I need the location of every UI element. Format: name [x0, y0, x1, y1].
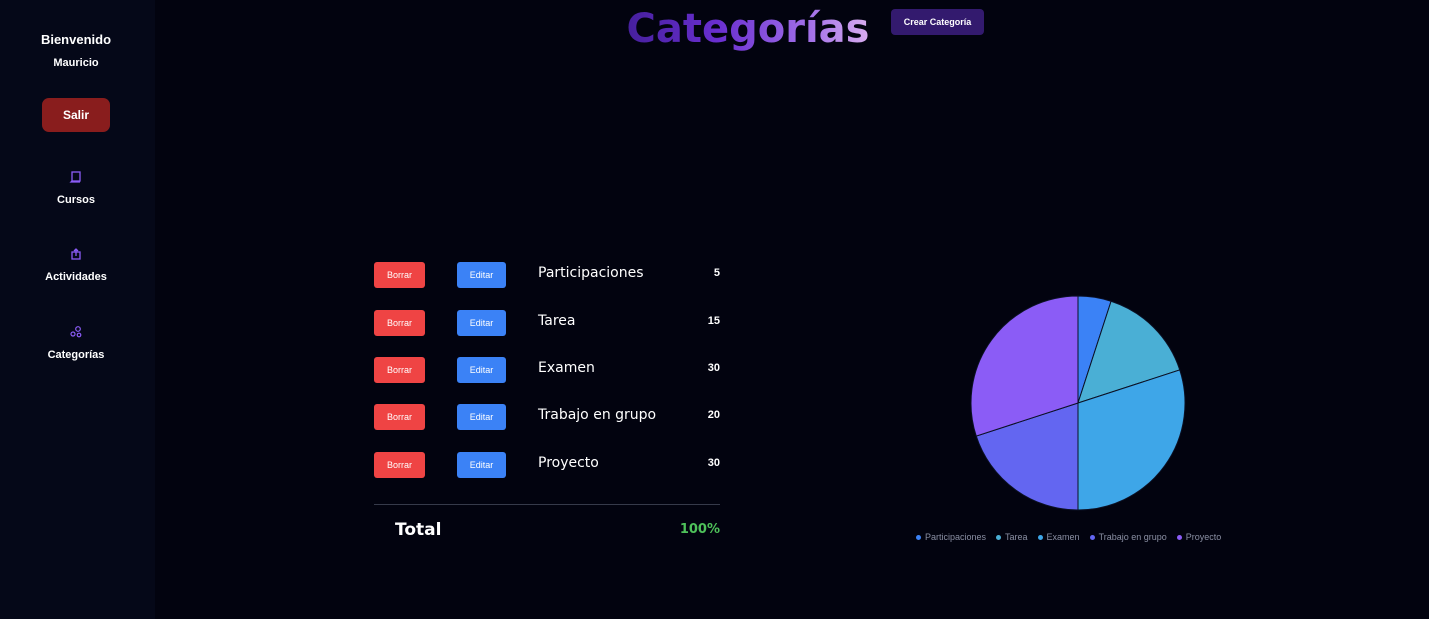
sidebar-item-label: Categorías [47, 349, 105, 361]
category-name: Proyecto [538, 455, 599, 471]
edit-button[interactable]: Editar [457, 404, 506, 430]
category-value: 20 [707, 409, 720, 421]
delete-button[interactable]: Borrar [374, 262, 425, 288]
sidebar-item-categorias[interactable]: Categorías [0, 325, 152, 361]
chart-legend: Participaciones Tarea Examen Trabajo en gru… [916, 532, 1221, 542]
category-value: 30 [707, 457, 720, 469]
category-name: Tarea [538, 313, 576, 329]
delete-button[interactable]: Borrar [374, 357, 425, 383]
category-value: 5 [713, 267, 720, 279]
legend-label: Examen [1046, 532, 1080, 542]
category-row: Borrar Editar Proyecto 30 [374, 452, 720, 479]
legend-label: Proyecto [1185, 532, 1222, 542]
legend-item[interactable]: Trabajo en grupo [1089, 532, 1167, 542]
legend-dot [1089, 534, 1095, 540]
edit-button[interactable]: Editar [457, 357, 506, 383]
legend-label: Participaciones [925, 532, 987, 542]
edit-button[interactable]: Editar [457, 452, 506, 478]
total-value: 100% [679, 522, 720, 537]
pie-chart [970, 295, 1186, 511]
edit-button[interactable]: Editar [457, 262, 506, 288]
sidebar-item-cursos[interactable]: Cursos [0, 170, 152, 206]
legend-item[interactable]: Participaciones [916, 532, 986, 542]
edit-button[interactable]: Editar [457, 310, 506, 336]
legend-label: Trabajo en grupo [1098, 532, 1167, 542]
category-row: Borrar Editar Tarea 15 [374, 310, 720, 337]
legend-dot [1037, 534, 1043, 540]
legend-label: Tarea [1005, 532, 1028, 542]
category-row: Borrar Editar Trabajo en grupo 20 [374, 404, 720, 431]
legend-item[interactable]: Proyecto [1176, 532, 1222, 542]
upload-icon [71, 248, 81, 260]
divider [374, 504, 720, 505]
sidebar-item-label: Cursos [57, 194, 95, 206]
categories-icon [70, 326, 82, 338]
legend-item[interactable]: Examen [1037, 532, 1080, 542]
legend-dot [996, 534, 1002, 540]
welcome-text: Bienvenido [40, 32, 112, 47]
sidebar-item-label: Actividades [45, 271, 107, 283]
category-name: Participaciones [538, 265, 644, 281]
delete-button[interactable]: Borrar [374, 452, 425, 478]
legend-dot [1176, 534, 1182, 540]
category-value: 30 [707, 362, 720, 374]
category-name: Trabajo en grupo [538, 407, 657, 423]
user-name: Mauricio [53, 57, 99, 69]
book-icon [69, 171, 81, 183]
delete-button[interactable]: Borrar [374, 404, 425, 430]
delete-button[interactable]: Borrar [374, 310, 425, 336]
create-category-button[interactable]: Crear Categoría [891, 9, 984, 35]
total-label: Total [395, 520, 442, 540]
category-name: Examen [538, 360, 595, 376]
sidebar-item-actividades[interactable]: Actividades [0, 247, 152, 283]
sidebar: Bienvenido Mauricio Salir Cursos Activid… [0, 0, 155, 619]
legend-dot [916, 534, 921, 540]
category-value: 15 [707, 315, 720, 327]
category-row: Borrar Editar Examen 30 [374, 357, 720, 384]
page-title: Categorías [600, 2, 896, 56]
category-row: Borrar Editar Participaciones 5 [374, 262, 720, 289]
logout-button[interactable]: Salir [42, 98, 110, 132]
legend-item[interactable]: Tarea [996, 532, 1028, 542]
